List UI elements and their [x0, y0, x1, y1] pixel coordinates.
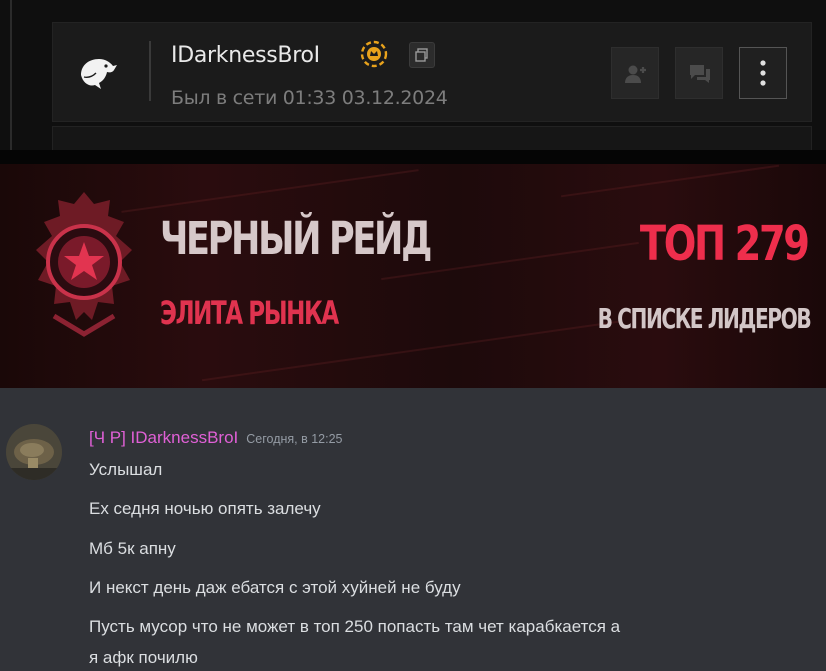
- message-line: Услышал: [89, 460, 163, 479]
- chat-icon: [690, 65, 710, 83]
- profile-tab-strip: [52, 126, 812, 151]
- message-line: И некст день даж ебатся с этой хуйней не…: [89, 578, 461, 597]
- banner-texture: [560, 164, 780, 198]
- clan-emblem-icon: [36, 192, 132, 337]
- more-vertical-icon: [760, 60, 766, 86]
- chat-message: [Ч Р] IDarknessBroI Сегодня, в 12:25 Услы…: [0, 388, 826, 671]
- message-timestamp: Сегодня, в 12:25: [246, 432, 343, 446]
- message-line: Мб 5к апну: [89, 539, 176, 558]
- eagle-logo-icon: [81, 59, 117, 89]
- banner-rank: ТОП 279: [640, 216, 810, 272]
- divider: [10, 0, 12, 150]
- banner-title: ЧЕРНЫЙ РЕЙД: [160, 212, 432, 265]
- crown-badge-icon: [360, 40, 388, 68]
- banner-rank-caption: В СПИСКЕ ЛИДЕРОВ: [597, 302, 811, 335]
- message-line: Ех седня ночью опять залечу: [89, 499, 321, 518]
- last-seen-status: Был в сети 01:33 03.12.2024: [171, 87, 448, 109]
- clan-banner: ЧЕРНЫЙ РЕЙД ЭЛИТА РЫНКА ТОП 279 В СПИСКЕ…: [0, 150, 826, 388]
- banner-subtitle: ЭЛИТА РЫНКА: [160, 294, 339, 332]
- profile-header-area: IDarknessBroI Был в сети 01:33 03.12.202…: [0, 0, 826, 151]
- user-avatar-image: [6, 424, 62, 480]
- profile-card: IDarknessBroI Был в сети 01:33 03.12.202…: [52, 22, 812, 122]
- message-line: я афк почилю: [89, 648, 198, 667]
- message-line: Пусть мусор что не может в топ 250 попас…: [89, 617, 621, 636]
- copy-icon: [415, 48, 428, 62]
- banner-texture: [121, 169, 419, 213]
- message-header: [Ч Р] IDarknessBroI Сегодня, в 12:25: [89, 428, 343, 448]
- copy-username-button[interactable]: [409, 42, 435, 68]
- message-author[interactable]: [Ч Р] IDarknessBroI: [89, 428, 238, 447]
- avatar[interactable]: [6, 424, 62, 480]
- banner-top-edge: [0, 150, 826, 164]
- more-options-button[interactable]: [739, 47, 787, 99]
- message-button[interactable]: [675, 47, 723, 99]
- profile-username: IDarknessBroI: [171, 43, 320, 68]
- add-friend-button[interactable]: [611, 47, 659, 99]
- add-friend-icon: [625, 65, 646, 83]
- header-separator: [149, 41, 151, 101]
